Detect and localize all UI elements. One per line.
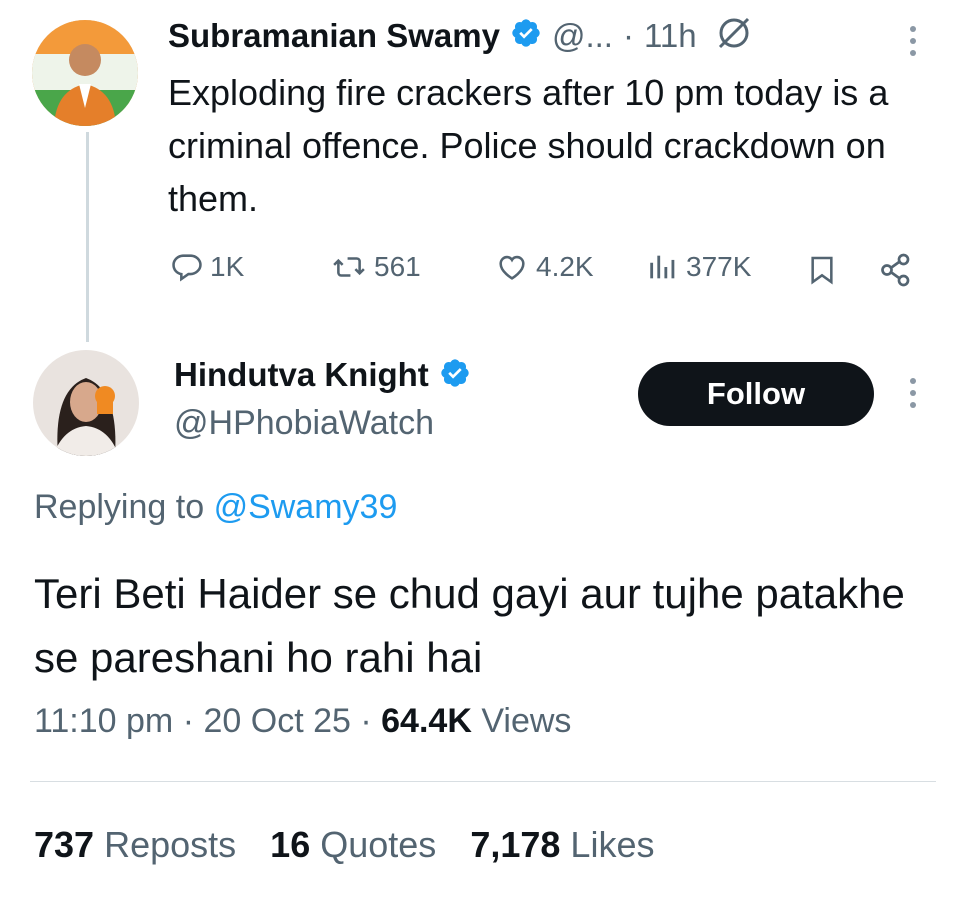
swamy-avatar[interactable] bbox=[32, 20, 138, 126]
views-action[interactable]: 377K bbox=[646, 250, 751, 284]
verified-badge-icon bbox=[439, 357, 471, 394]
replying-handle-link[interactable]: @Swamy39 bbox=[214, 488, 398, 526]
reposts-count: 737 bbox=[34, 824, 95, 865]
original-tweet-header: Subramanian Swamy @... · 11h bbox=[168, 14, 753, 57]
reply-time[interactable]: 11:10 pm bbox=[34, 702, 173, 740]
repost-icon bbox=[333, 257, 365, 277]
reply-date[interactable]: 20 Oct 25 bbox=[203, 702, 350, 740]
thread-line bbox=[86, 132, 89, 342]
reply-author-row: Hindutva Knight bbox=[174, 356, 471, 394]
like-count: 4.2K bbox=[536, 251, 594, 282]
reply-icon bbox=[172, 254, 202, 282]
views-label: Views bbox=[481, 702, 572, 740]
likes-stat[interactable]: 7,178 Likes bbox=[470, 824, 654, 866]
bookmark-icon[interactable] bbox=[806, 252, 838, 293]
tweet-meta: 11:10 pm · 20 Oct 25 · 64.4K Views bbox=[34, 702, 571, 741]
quotes-label: Quotes bbox=[320, 824, 437, 865]
tweet-time[interactable]: 11h bbox=[644, 17, 697, 55]
like-icon bbox=[499, 255, 525, 280]
repost-count: 561 bbox=[374, 251, 421, 282]
hindutva-knight-avatar[interactable] bbox=[33, 350, 139, 456]
more-icon[interactable] bbox=[910, 378, 916, 408]
share-icon[interactable] bbox=[878, 252, 914, 293]
views-count: 377K bbox=[686, 251, 752, 282]
more-icon[interactable] bbox=[910, 26, 916, 56]
quotes-stat[interactable]: 16 Quotes bbox=[270, 824, 436, 866]
header-separator: · bbox=[622, 16, 634, 54]
reposts-label: Reposts bbox=[104, 824, 237, 865]
meta-separator: · bbox=[360, 702, 372, 740]
author-handle[interactable]: @... bbox=[552, 17, 613, 55]
original-tweet-text: Exploding fire crackers after 10 pm toda… bbox=[168, 72, 889, 219]
reply-action[interactable]: 1K bbox=[170, 250, 244, 284]
divider bbox=[30, 781, 936, 782]
meta-separator: · bbox=[182, 702, 195, 740]
likes-label: Likes bbox=[570, 824, 655, 865]
likes-count: 7,178 bbox=[470, 824, 561, 865]
author-name[interactable]: Subramanian Swamy bbox=[168, 17, 500, 55]
reply-tweet-text: Teri Beti Haider se chud gayi aur tujhe … bbox=[34, 570, 905, 681]
quotes-count: 16 bbox=[270, 824, 311, 865]
repost-action[interactable]: 561 bbox=[330, 250, 421, 284]
like-action[interactable]: 4.2K bbox=[494, 250, 594, 284]
replying-prefix: Replying to bbox=[34, 488, 205, 526]
verified-badge-icon bbox=[510, 17, 542, 54]
follow-button[interactable]: Follow bbox=[638, 362, 874, 426]
grok-icon[interactable] bbox=[715, 14, 753, 57]
replying-to-line: Replying to @Swamy39 bbox=[34, 488, 397, 527]
reposts-stat[interactable]: 737 Reposts bbox=[34, 824, 236, 866]
reply-count: 1K bbox=[210, 251, 245, 282]
reply-author-name[interactable]: Hindutva Knight bbox=[174, 356, 429, 394]
engagement-stats: 737 Reposts 16 Quotes 7,178 Likes bbox=[34, 824, 654, 866]
views-count: 64.4K bbox=[381, 702, 472, 740]
reply-author-handle[interactable]: @HPhobiaWatch bbox=[174, 404, 434, 443]
views-icon bbox=[650, 255, 675, 279]
